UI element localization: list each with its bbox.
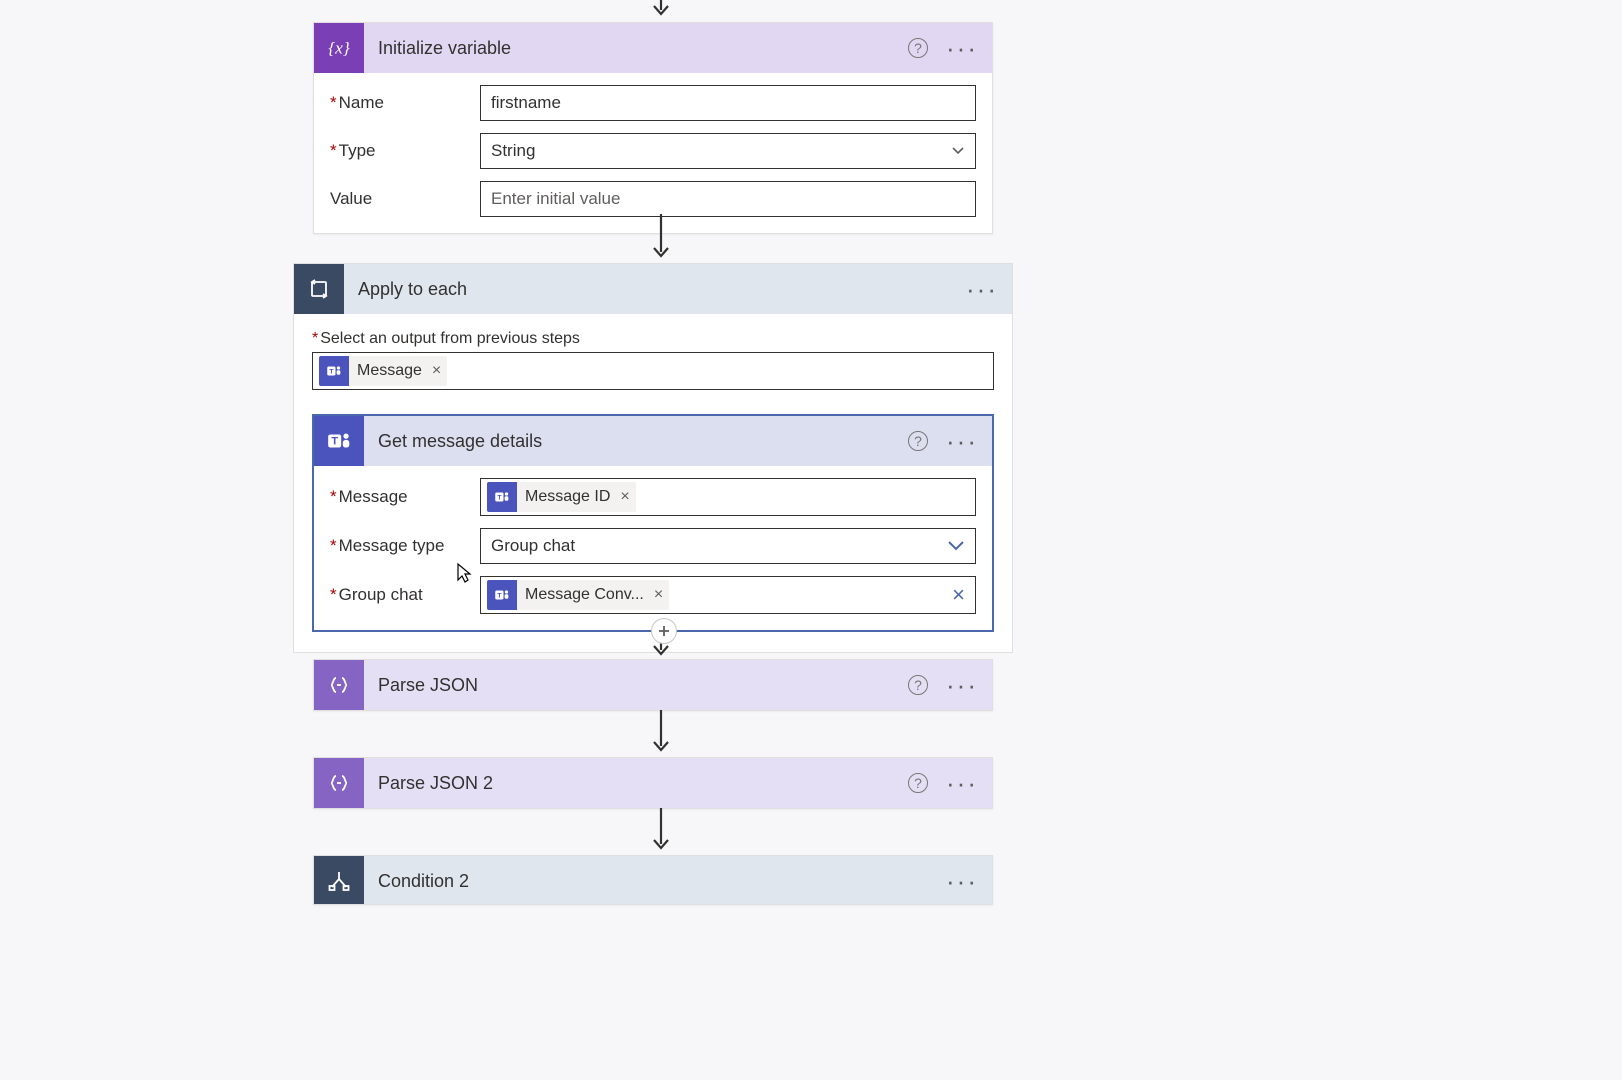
message-type-label: *Message type — [330, 536, 480, 556]
type-select[interactable]: String — [480, 133, 976, 169]
initialize-variable-header[interactable]: {x} Initialize variable ? ··· — [314, 23, 992, 73]
chevron-down-icon — [951, 146, 965, 156]
parse-json-card: Parse JSON ? ··· — [313, 659, 993, 711]
remove-token-icon[interactable]: × — [430, 362, 441, 380]
loop-icon — [294, 264, 344, 314]
teams-icon: T — [487, 580, 517, 610]
message-input[interactable]: T Message ID × — [480, 478, 976, 516]
flow-arrow — [651, 0, 671, 20]
card-title: Apply to each — [358, 279, 952, 300]
remove-token-icon[interactable]: × — [618, 488, 629, 506]
data-operation-icon — [314, 660, 364, 710]
condition-icon — [314, 856, 364, 905]
condition-2-card: Condition 2 ··· — [313, 855, 993, 905]
variable-icon: {x} — [314, 23, 364, 73]
apply-to-each-header[interactable]: Apply to each ··· — [294, 264, 1012, 314]
token-message[interactable]: T Message × — [319, 356, 447, 386]
teams-icon: T — [319, 356, 349, 386]
help-icon[interactable]: ? — [908, 773, 928, 793]
condition-2-header[interactable]: Condition 2 ··· — [314, 856, 992, 905]
message-type-select[interactable]: Group chat — [480, 528, 976, 564]
value-input[interactable]: Enter initial value — [480, 181, 976, 217]
help-icon[interactable]: ? — [908, 38, 928, 58]
group-chat-label: *Group chat — [330, 585, 480, 605]
help-icon[interactable]: ? — [908, 675, 928, 695]
select-output-input[interactable]: T Message × — [312, 352, 994, 390]
chevron-down-icon — [947, 540, 965, 552]
token-message-conv[interactable]: T Message Conv... × — [487, 580, 669, 610]
select-output-label: *Select an output from previous steps — [312, 330, 994, 348]
help-icon[interactable]: ? — [908, 431, 928, 451]
type-label: *Type — [330, 141, 480, 161]
parse-json-header[interactable]: Parse JSON ? ··· — [314, 660, 992, 710]
group-chat-input[interactable]: T Message Conv... × × — [480, 576, 976, 614]
teams-icon: T — [487, 482, 517, 512]
flow-arrow — [651, 808, 671, 854]
name-input[interactable]: firstname — [480, 85, 976, 121]
card-title: Get message details — [378, 431, 894, 452]
card-title: Parse JSON — [378, 675, 894, 696]
name-label: *Name — [330, 93, 480, 113]
get-message-details-card: T Get message details ? ··· *Message — [312, 414, 994, 632]
flow-arrow — [651, 214, 671, 262]
remove-token-icon[interactable]: × — [652, 586, 663, 604]
get-message-details-header[interactable]: T Get message details ? ··· — [314, 416, 992, 466]
card-title: Condition 2 — [378, 871, 932, 892]
initialize-variable-card: {x} Initialize variable ? ··· *Name firs… — [313, 22, 993, 234]
svg-text:T: T — [331, 435, 338, 447]
flow-arrow — [651, 710, 671, 756]
teams-icon: T — [314, 416, 364, 466]
message-label: *Message — [330, 487, 480, 507]
apply-to-each-card: Apply to each ··· *Select an output from… — [293, 263, 1013, 653]
add-action-button[interactable] — [651, 618, 677, 644]
token-label: Message ID — [525, 488, 610, 506]
value-label: Value — [330, 189, 480, 209]
clear-field-icon[interactable]: × — [948, 582, 969, 608]
token-label: Message Conv... — [525, 586, 644, 604]
card-title: Initialize variable — [378, 38, 894, 59]
parse-json-2-card: Parse JSON 2 ? ··· — [313, 757, 993, 809]
token-label: Message — [357, 362, 422, 380]
token-message-id[interactable]: T Message ID × — [487, 482, 636, 512]
parse-json-2-header[interactable]: Parse JSON 2 ? ··· — [314, 758, 992, 808]
data-operation-icon — [314, 758, 364, 808]
svg-text:{x}: {x} — [328, 38, 350, 57]
card-title: Parse JSON 2 — [378, 773, 894, 794]
